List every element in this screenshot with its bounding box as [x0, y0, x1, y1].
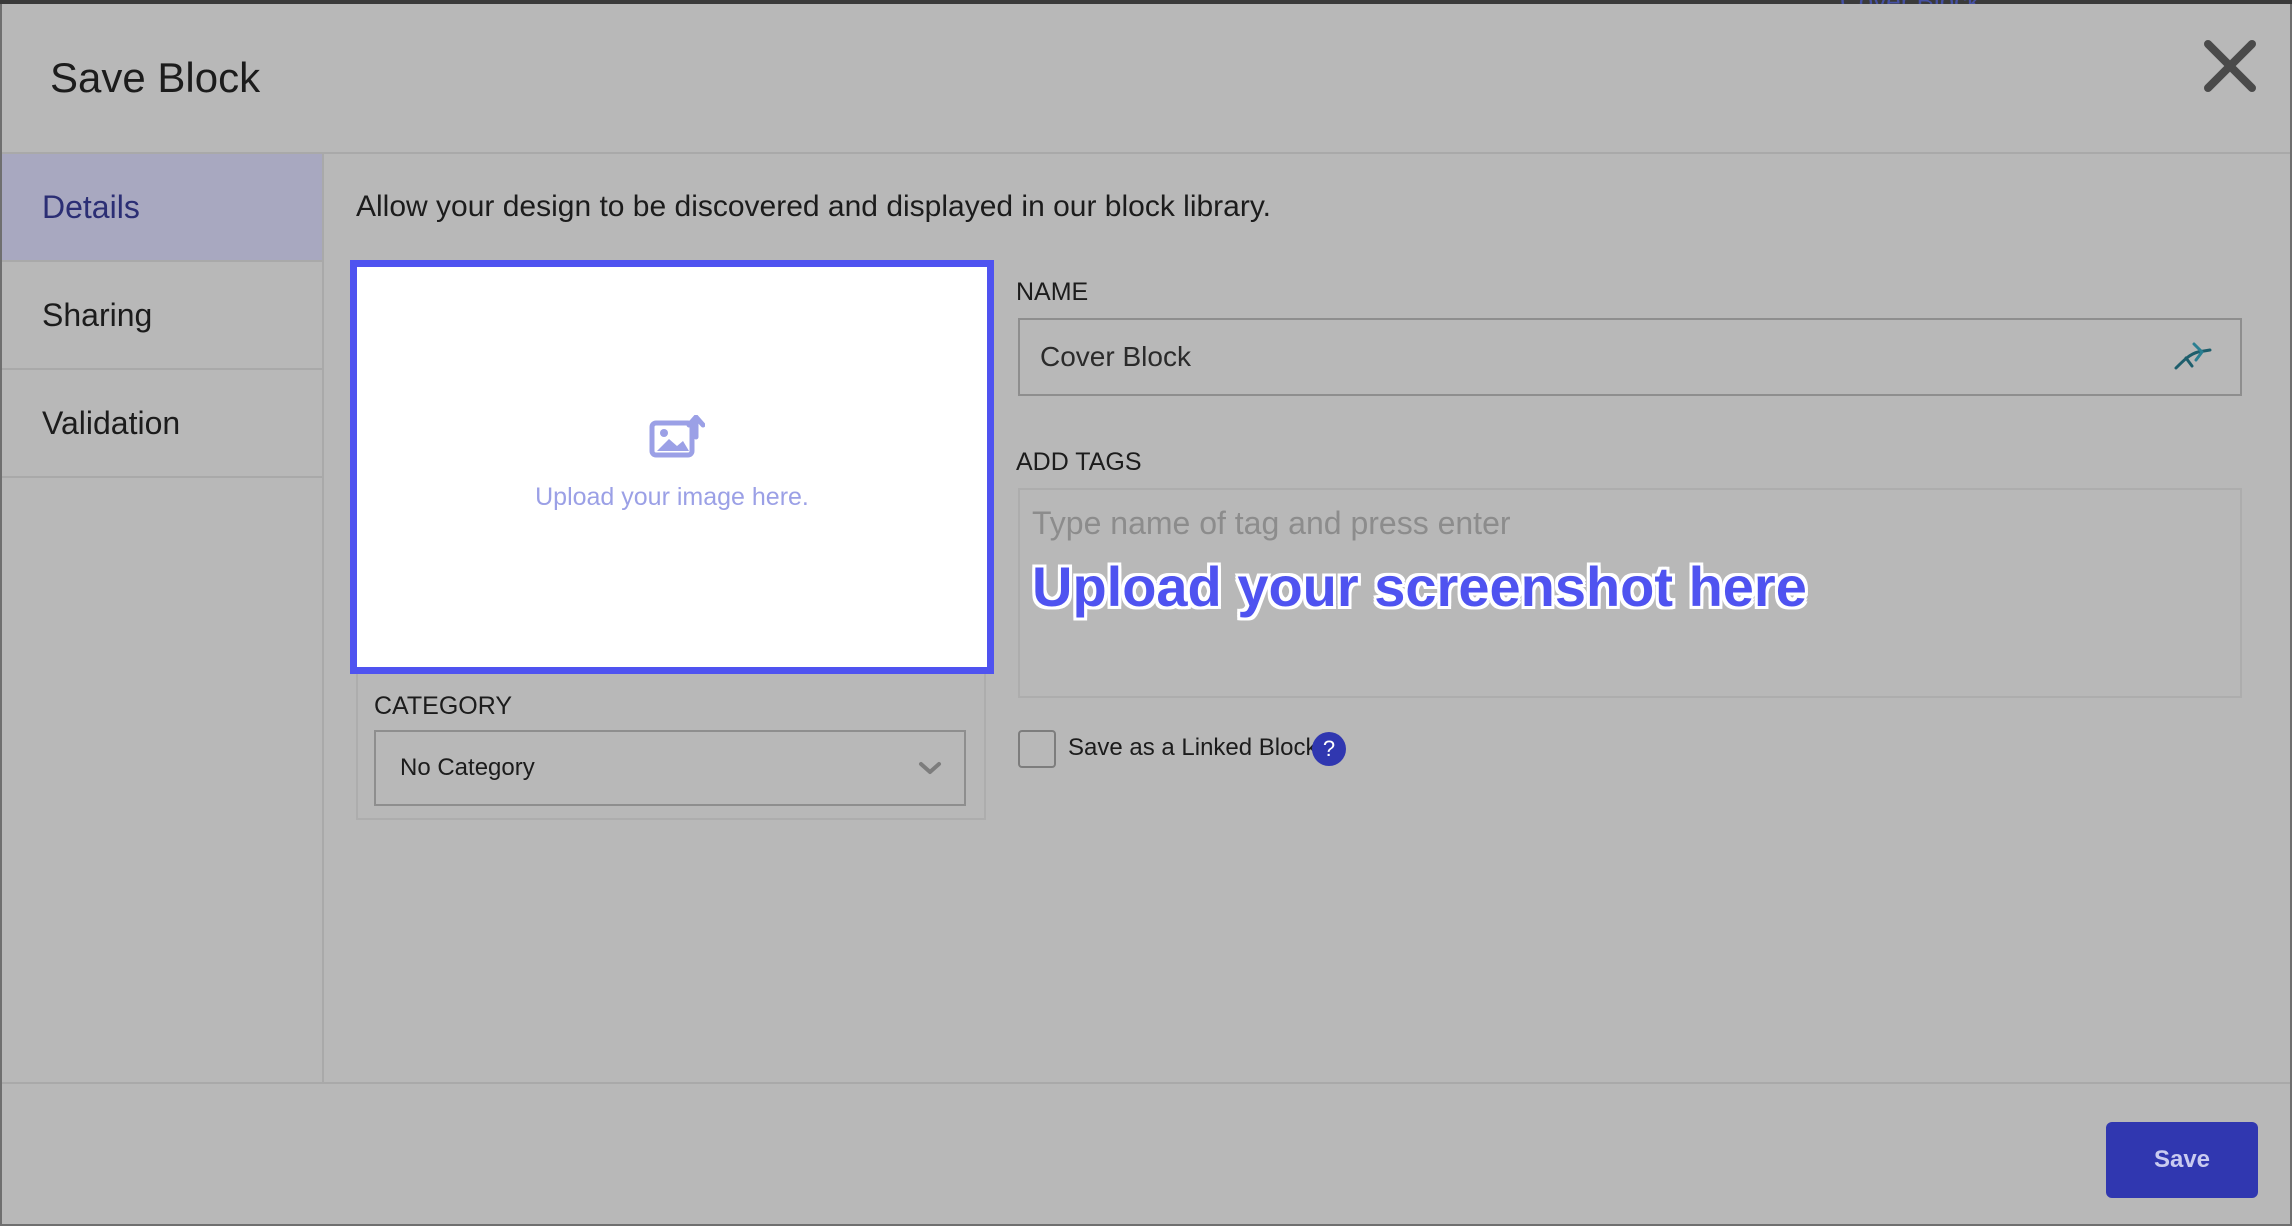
name-field[interactable]	[1018, 318, 2242, 396]
sidebar-item-label: Sharing	[42, 296, 153, 333]
close-button[interactable]	[2198, 34, 2262, 98]
linked-block-checkbox[interactable]	[1018, 730, 1056, 768]
name-label: NAME	[1016, 278, 1089, 306]
modal-footer: Save	[2, 1082, 2290, 1226]
category-select[interactable]: No Category	[374, 730, 966, 806]
sidebar-item-label: Validation	[42, 404, 181, 441]
extension-icon[interactable]	[2172, 338, 2216, 374]
upload-hint: Upload your image here.	[535, 483, 809, 511]
sidebar-item-sharing[interactable]: Sharing	[2, 262, 322, 370]
sidebar-item-label: Details	[42, 188, 140, 225]
category-label: CATEGORY	[374, 692, 512, 720]
image-upload-icon	[649, 415, 705, 458]
help-icon[interactable]: ?	[1312, 732, 1346, 766]
save-button[interactable]: Save	[2106, 1122, 2258, 1198]
modal-title: Save Block	[50, 54, 261, 101]
sidebar: Details Sharing Validation	[2, 154, 324, 1082]
category-value: No Category	[400, 754, 535, 781]
sidebar-item-details[interactable]: Details	[2, 154, 322, 262]
tags-label: ADD TAGS	[1016, 448, 1142, 476]
details-panel: Allow your design to be discovered and d…	[324, 154, 2290, 1082]
save-block-modal: Save Block Details Sharing Validation Al…	[2, 4, 2290, 1224]
chevron-down-icon	[919, 762, 941, 774]
tags-input[interactable]	[1030, 498, 2214, 548]
close-icon	[2204, 40, 2256, 92]
intro-text: Allow your design to be discovered and d…	[356, 190, 1271, 223]
linked-block-label: Save as a Linked Block	[1068, 734, 1318, 761]
sidebar-item-validation[interactable]: Validation	[2, 370, 322, 478]
modal-header: Save Block	[2, 4, 2290, 154]
overlay-caption: Upload your screenshot here	[1032, 555, 1807, 618]
image-upload-area[interactable]: Upload your image here.	[350, 260, 994, 674]
